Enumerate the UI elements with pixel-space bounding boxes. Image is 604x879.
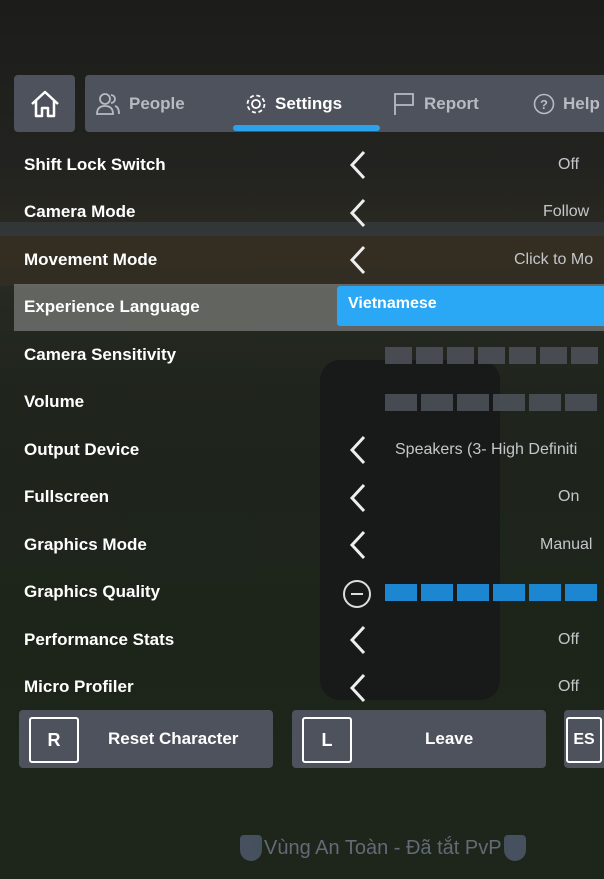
decrease-quality-button[interactable] [343, 580, 371, 608]
tab-settings[interactable]: Settings [245, 75, 342, 132]
setting-value: Follow [543, 203, 590, 220]
slider-step[interactable] [421, 584, 453, 601]
flag-icon [394, 92, 414, 115]
chevron-left-icon[interactable] [348, 625, 368, 655]
slider-step[interactable] [493, 394, 525, 411]
slider-step[interactable] [565, 584, 597, 601]
tab-people-label: People [129, 93, 185, 113]
people-icon [96, 92, 120, 115]
tab-help[interactable]: ? Help [533, 75, 600, 132]
language-dropdown[interactable]: Vietnamese [337, 286, 604, 326]
slider-step[interactable] [447, 347, 474, 364]
graphics-quality-slider[interactable] [385, 584, 597, 601]
setting-label: Output Device [24, 439, 140, 459]
chevron-left-icon[interactable] [348, 483, 368, 513]
menu-tabbar: People Settings Report ? Help [85, 75, 604, 132]
setting-row-output-device[interactable]: Output Device Speakers (3- High Definiti [14, 426, 604, 473]
slider-step[interactable] [416, 347, 443, 364]
reset-character-label: Reset Character [108, 729, 239, 748]
setting-label: Shift Lock Switch [24, 154, 166, 174]
volume-slider[interactable] [385, 394, 597, 411]
leave-label: Leave [425, 729, 474, 748]
chevron-left-icon[interactable] [348, 150, 368, 180]
tab-report-label: Report [424, 93, 479, 113]
slider-step[interactable] [385, 394, 417, 411]
tab-settings-label: Settings [275, 93, 343, 113]
setting-label: Graphics Mode [24, 534, 147, 554]
setting-row-camera-mode[interactable]: Camera Mode Follow [14, 189, 604, 236]
slider-step[interactable] [478, 347, 505, 364]
slider-step[interactable] [385, 347, 412, 364]
slider-step[interactable] [529, 394, 561, 411]
reset-character-button[interactable]: R Reset Character [19, 710, 273, 768]
setting-label: Experience Language [24, 297, 200, 316]
slider-step[interactable] [457, 394, 489, 411]
help-icon: ? [533, 93, 555, 114]
setting-label: Camera Mode [24, 202, 136, 221]
setting-row-graphics-mode[interactable]: Graphics Mode Manual [14, 521, 604, 568]
slider-step[interactable] [457, 584, 489, 601]
resume-key-hint: ES [566, 717, 602, 763]
setting-value: Manual [540, 535, 593, 553]
leave-button[interactable]: L Leave [292, 710, 546, 768]
setting-label: Micro Profiler [24, 677, 134, 696]
chevron-left-icon[interactable] [348, 673, 368, 703]
slider-step[interactable] [493, 584, 525, 601]
setting-row-micro-profiler[interactable]: Micro Profiler Off [14, 664, 604, 711]
setting-value: Off [558, 155, 580, 173]
shield-icon [240, 835, 262, 861]
leave-key-hint: L [302, 717, 352, 763]
chevron-left-icon[interactable] [348, 435, 368, 465]
chevron-left-icon[interactable] [348, 245, 368, 275]
slider-step[interactable] [421, 394, 453, 411]
slider-step[interactable] [385, 584, 417, 601]
setting-row-performance-stats[interactable]: Performance Stats Off [14, 616, 604, 663]
tab-report[interactable]: Report [392, 75, 479, 132]
setting-label: Performance Stats [24, 629, 175, 649]
reset-key-hint: R [29, 717, 79, 763]
setting-label: Graphics Quality [24, 582, 161, 601]
tab-people[interactable]: People [95, 75, 185, 132]
slider-step[interactable] [509, 347, 536, 364]
setting-value: Off [558, 630, 580, 648]
setting-value: Off [558, 678, 580, 695]
active-tab-indicator [233, 125, 380, 131]
tab-help-label: Help [563, 93, 600, 113]
setting-value: Click to Mo [514, 250, 594, 268]
chevron-left-icon[interactable] [348, 198, 368, 228]
home-button[interactable] [14, 75, 75, 132]
slider-step[interactable] [565, 394, 597, 411]
setting-value: On [558, 488, 580, 505]
safe-zone-text: Vùng An Toàn - Đã tắt PvP [264, 836, 502, 859]
home-icon [30, 90, 59, 117]
chevron-left-icon[interactable] [348, 530, 368, 560]
slider-step[interactable] [540, 347, 567, 364]
slider-step[interactable] [571, 347, 598, 364]
gear-icon [246, 94, 266, 113]
slider-step[interactable] [529, 584, 561, 601]
safe-zone-banner: Vùng An Toàn - Đã tắt PvP [240, 835, 526, 861]
svg-text:?: ? [540, 97, 548, 112]
setting-value: Speakers (3- High Definiti [395, 440, 578, 458]
resume-button[interactable]: ES [564, 710, 604, 768]
setting-row-shift-lock-switch[interactable]: Shift Lock Switch Off [14, 141, 604, 188]
setting-label: Volume [24, 392, 85, 411]
setting-label: Fullscreen [24, 487, 110, 506]
setting-label: Movement Mode [24, 249, 158, 269]
setting-row-fullscreen[interactable]: Fullscreen On [14, 474, 604, 521]
setting-label: Camera Sensitivity [24, 344, 177, 364]
shield-icon [503, 835, 526, 861]
camera-sensitivity-slider[interactable] [385, 347, 598, 364]
setting-row-movement-mode[interactable]: Movement Mode Click to Mo [14, 236, 604, 283]
